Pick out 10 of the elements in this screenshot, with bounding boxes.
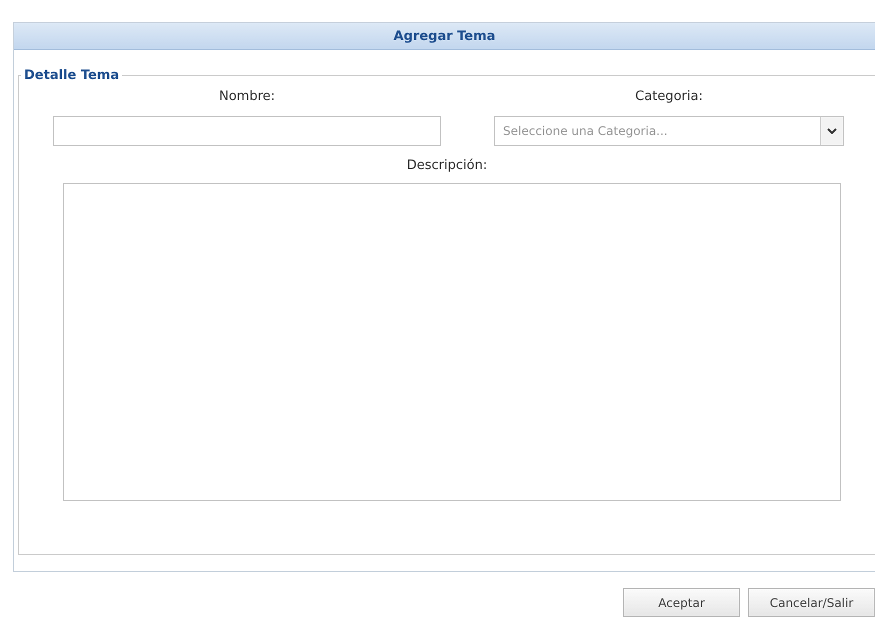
cancel-button[interactable]: Cancelar/Salir <box>748 588 875 617</box>
window-title: Agregar Tema <box>394 28 496 44</box>
description-textarea[interactable] <box>63 183 841 501</box>
field-label: Nombre: <box>218 89 276 104</box>
fieldset-legend: Detalle Tema <box>21 68 122 83</box>
input-field[interactable] <box>53 116 441 146</box>
field-label: Categoria: <box>635 89 703 104</box>
chevron-down-icon <box>827 128 837 134</box>
accept-button[interactable]: Aceptar <box>623 588 740 617</box>
field-label: Descripción: <box>406 158 488 173</box>
